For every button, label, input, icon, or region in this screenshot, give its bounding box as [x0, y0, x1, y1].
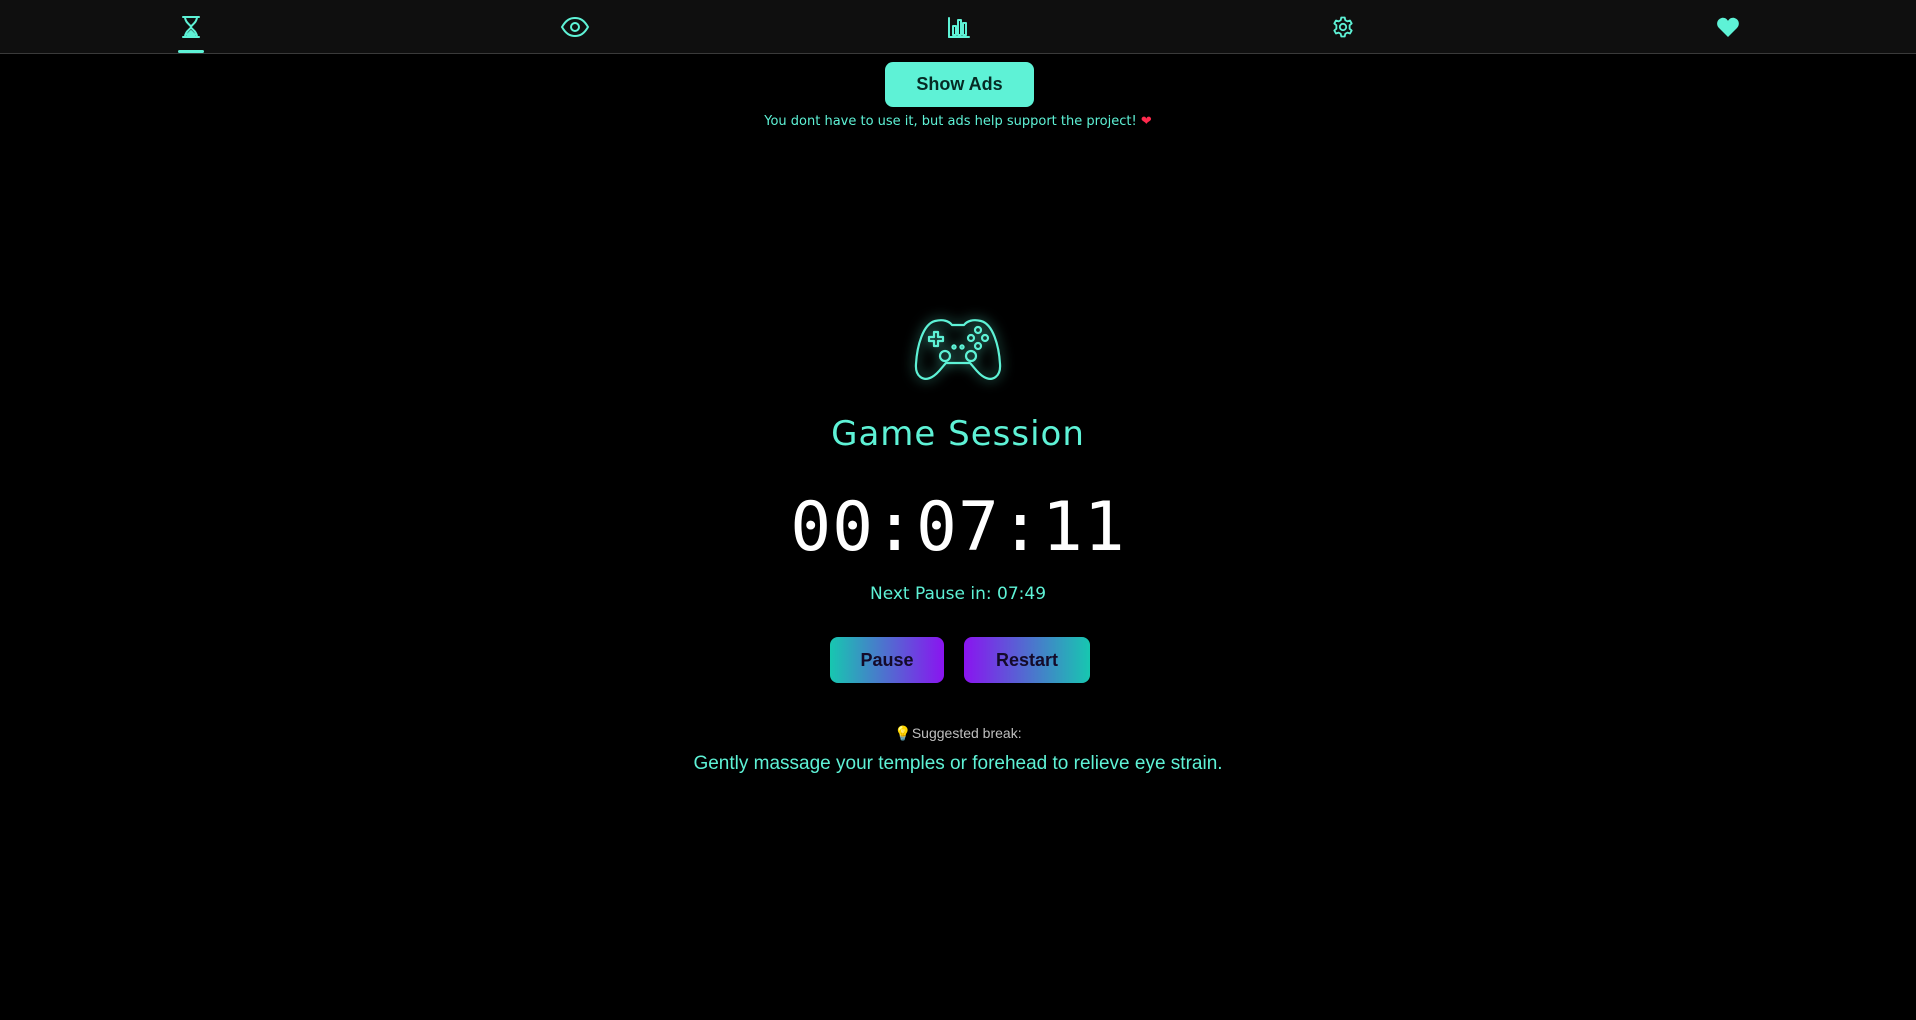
gear-icon	[1333, 16, 1353, 37]
bar-chart-icon	[948, 16, 970, 38]
session-title: Game Session	[831, 414, 1085, 454]
nav-timer-tab[interactable]	[161, 0, 221, 53]
ads-support-note: You dont have to use it, but ads help su…	[0, 114, 1916, 129]
hourglass-icon	[182, 15, 200, 38]
next-pause-countdown: Next Pause in: 07:49	[869, 584, 1047, 604]
nav-stats-tab[interactable]	[929, 0, 989, 53]
ads-note-text: You dont have to use it, but ads help su…	[764, 114, 1137, 129]
gamepad-icon	[914, 319, 1002, 380]
nav-settings-tab[interactable]	[1313, 0, 1373, 53]
restart-button[interactable]: Restart	[964, 637, 1090, 683]
nav-support-tab[interactable]	[1698, 0, 1758, 53]
suggested-break-label: 💡Suggested break:	[894, 725, 1022, 741]
suggested-break-text: Gently massage your temples or forehead …	[693, 753, 1223, 774]
nav-eye-tab[interactable]	[545, 0, 605, 53]
heart-icon	[1717, 17, 1739, 37]
eye-icon	[560, 16, 590, 37]
session-timer: 00:07:11	[790, 488, 1126, 567]
top-nav-bar	[0, 0, 1916, 54]
heart-emoji-icon: ❤	[1140, 114, 1152, 129]
pause-button[interactable]: Pause	[830, 637, 944, 683]
show-ads-button[interactable]: Show Ads	[885, 62, 1034, 107]
